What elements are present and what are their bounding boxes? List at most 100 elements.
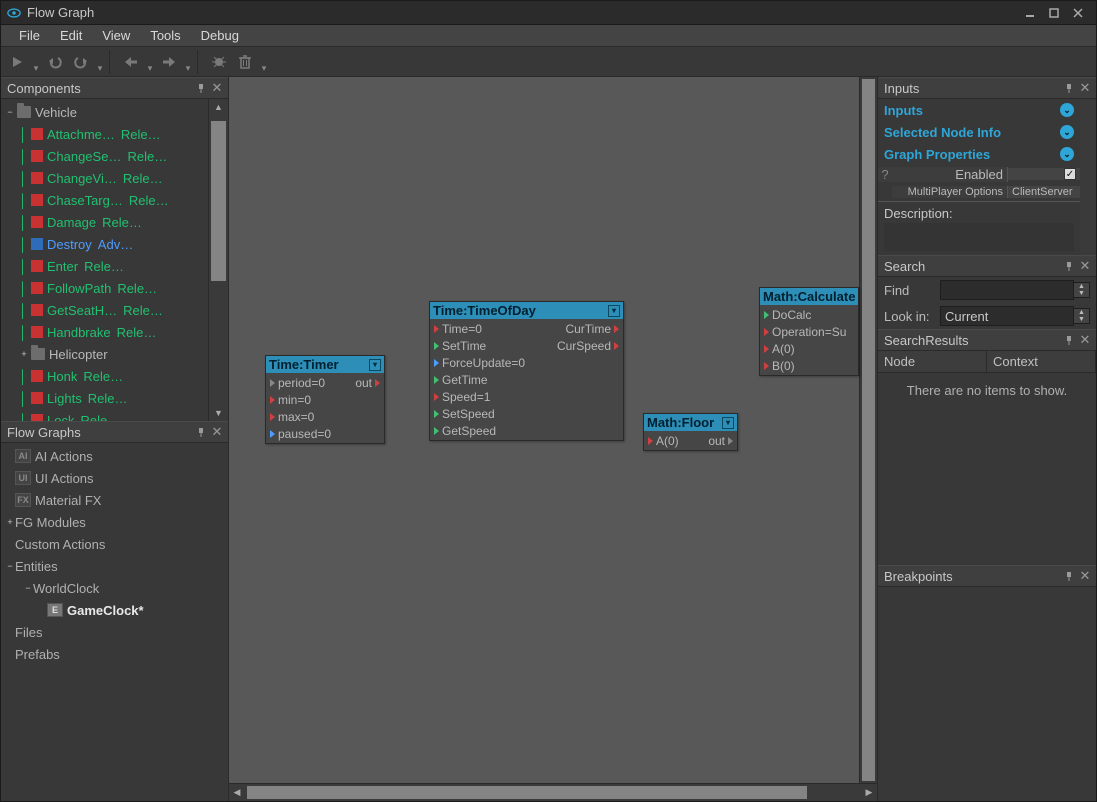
- tree-twisty[interactable]: [5, 473, 15, 483]
- pin-icon[interactable]: [194, 425, 208, 439]
- search-panel-header[interactable]: Search ✕: [878, 255, 1096, 277]
- chevron-down-icon[interactable]: ▼: [1074, 316, 1089, 323]
- tree-item[interactable]: │ Damage Rele…: [1, 211, 208, 233]
- tree-item[interactable]: │ FollowPath Rele…: [1, 277, 208, 299]
- tree-item[interactable]: │ Destroy Adv…: [1, 233, 208, 255]
- inputs-scrollbar[interactable]: [1080, 99, 1096, 255]
- scroll-thumb[interactable]: [247, 786, 807, 799]
- tree-twisty[interactable]: [5, 495, 15, 505]
- tree-item[interactable]: │ Attachme… Rele…: [1, 123, 208, 145]
- pin-icon[interactable]: [1062, 333, 1076, 347]
- port-out[interactable]: CurSpeed: [553, 337, 623, 354]
- node-title[interactable]: Time:Timer▾: [266, 356, 384, 373]
- debug-toggle-button[interactable]: [207, 50, 231, 74]
- tree-item[interactable]: │ GetSeatH… Rele…: [1, 299, 208, 321]
- port-in[interactable]: A(0): [644, 432, 704, 449]
- chevron-down-icon[interactable]: ▼: [1074, 290, 1089, 297]
- flowgraphs-panel-header[interactable]: Flow Graphs ✕: [1, 421, 228, 443]
- port-in[interactable]: SetTime: [430, 337, 553, 354]
- menu-debug[interactable]: Debug: [191, 25, 249, 46]
- undo-button[interactable]: [43, 50, 67, 74]
- scroll-thumb[interactable]: [211, 121, 226, 281]
- port-in[interactable]: A(0): [760, 340, 858, 357]
- back-more[interactable]: ▾: [145, 50, 155, 74]
- graph-canvas[interactable]: Time:Timer▾ period=0min=0max=0paused=0 o…: [229, 77, 877, 783]
- port-in[interactable]: min=0: [266, 391, 351, 408]
- tree-twisty[interactable]: −: [5, 561, 15, 571]
- results-columns[interactable]: Node Context: [878, 351, 1096, 373]
- back-button[interactable]: [119, 50, 143, 74]
- port-in[interactable]: Time=0: [430, 320, 553, 337]
- fg-item[interactable]: Prefabs: [1, 643, 228, 665]
- tree-item[interactable]: │ ChaseTarg… Rele…: [1, 189, 208, 211]
- port-in[interactable]: period=0: [266, 374, 351, 391]
- section-graph-properties[interactable]: Graph Properties⌄: [878, 143, 1080, 165]
- port-out[interactable]: CurTime: [553, 320, 623, 337]
- prop-value[interactable]: ClientServer: [1008, 186, 1080, 198]
- node-time-timeofday[interactable]: Time:TimeOfDay▾ Time=0SetTimeForceUpdate…: [429, 301, 624, 441]
- node-title[interactable]: Math:Calculate: [760, 288, 858, 305]
- port-in[interactable]: GetSpeed: [430, 422, 553, 439]
- prop-value[interactable]: ✓: [1008, 168, 1080, 180]
- tree-item[interactable]: │ ChangeSe… Rele…: [1, 145, 208, 167]
- col-context[interactable]: Context: [987, 351, 1096, 372]
- port-in[interactable]: Operation=Su: [760, 323, 858, 340]
- search-input[interactable]: [940, 280, 1074, 300]
- fg-active-item[interactable]: E GameClock*: [1, 599, 228, 621]
- panel-close-button[interactable]: ✕: [210, 425, 224, 439]
- help-icon[interactable]: ?: [878, 167, 892, 182]
- chevron-up-icon[interactable]: ▲: [1074, 283, 1089, 290]
- node-menu-icon[interactable]: ▾: [722, 417, 734, 429]
- node-math-floor[interactable]: Math:Floor▾ A(0) out: [643, 413, 738, 451]
- toolbar-overflow[interactable]: ▾: [95, 50, 105, 74]
- checkbox-icon[interactable]: ✓: [1064, 168, 1076, 180]
- canvas-hscroll[interactable]: ◀ ▶: [229, 783, 877, 801]
- breakpoints-panel-header[interactable]: Breakpoints ✕: [878, 565, 1096, 587]
- maximize-button[interactable]: [1042, 4, 1066, 22]
- tree-item[interactable]: │ Enter Rele…: [1, 255, 208, 277]
- expand-icon[interactable]: +: [19, 349, 29, 359]
- searchresults-panel-header[interactable]: SearchResults ✕: [878, 329, 1096, 351]
- scroll-right-icon[interactable]: ▶: [861, 784, 877, 801]
- tree-item[interactable]: │ Lights Rele…: [1, 387, 208, 409]
- tree-item[interactable]: │ Lock Rele…: [1, 409, 208, 421]
- node-title[interactable]: Time:TimeOfDay▾: [430, 302, 623, 319]
- port-in[interactable]: B(0): [760, 357, 858, 374]
- node-menu-icon[interactable]: ▾: [608, 305, 620, 317]
- fg-item[interactable]: − Entities: [1, 555, 228, 577]
- fg-item[interactable]: UI UI Actions: [1, 467, 228, 489]
- port-in[interactable]: SetSpeed: [430, 405, 553, 422]
- panel-close-button[interactable]: ✕: [1078, 569, 1092, 583]
- tree-twisty[interactable]: [5, 539, 15, 549]
- close-window-button[interactable]: [1066, 4, 1090, 22]
- tree-twisty[interactable]: −: [23, 583, 33, 593]
- fg-item[interactable]: FX Material FX: [1, 489, 228, 511]
- tree-item[interactable]: │ ChangeVi… Rele…: [1, 167, 208, 189]
- pin-icon[interactable]: [1062, 259, 1076, 273]
- components-panel-header[interactable]: Components ✕: [1, 77, 228, 99]
- fg-item[interactable]: − WorldClock: [1, 577, 228, 599]
- lookin-combo[interactable]: Current: [940, 306, 1074, 326]
- panel-close-button[interactable]: ✕: [1078, 81, 1092, 95]
- collapse-icon[interactable]: −: [5, 107, 15, 117]
- tree-item[interactable]: │ Honk Rele…: [1, 365, 208, 387]
- prop-enabled[interactable]: ? Enabled ✓: [878, 165, 1080, 183]
- lookin-stepper[interactable]: ▲▼: [1074, 308, 1090, 324]
- scroll-down-icon[interactable]: ▼: [209, 405, 228, 421]
- tree-twisty[interactable]: +: [5, 517, 15, 527]
- fg-item[interactable]: Files: [1, 621, 228, 643]
- fg-item[interactable]: AI AI Actions: [1, 445, 228, 467]
- toolbar-overflow[interactable]: ▾: [259, 50, 269, 74]
- menu-edit[interactable]: Edit: [50, 25, 92, 46]
- chevron-up-icon[interactable]: ▲: [1074, 309, 1089, 316]
- forward-more[interactable]: ▾: [183, 50, 193, 74]
- port-in[interactable]: DoCalc: [760, 306, 858, 323]
- tree-item[interactable]: │ Handbrake Rele…: [1, 321, 208, 343]
- menu-view[interactable]: View: [92, 25, 140, 46]
- play-button[interactable]: [5, 50, 29, 74]
- minimize-button[interactable]: [1018, 4, 1042, 22]
- search-stepper[interactable]: ▲▼: [1074, 282, 1090, 298]
- col-node[interactable]: Node: [878, 351, 987, 372]
- node-title[interactable]: Math:Floor▾: [644, 414, 737, 431]
- menu-tools[interactable]: Tools: [140, 25, 190, 46]
